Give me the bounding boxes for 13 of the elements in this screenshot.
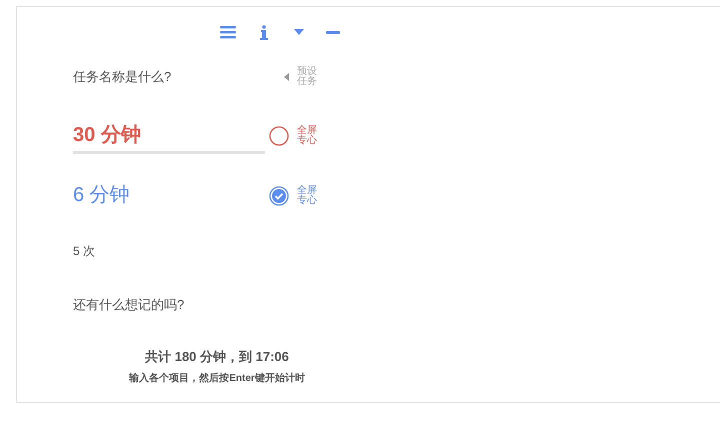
fullscreen-label: 全屏专心	[297, 126, 317, 146]
task-name-field[interactable]: 任务名称是什么?	[73, 67, 263, 87]
caret-icon	[284, 73, 289, 81]
checkbox[interactable]	[269, 126, 289, 146]
hint-text: 输入各个项目，然后按Enter键开始计时	[129, 372, 305, 386]
preset-task-button[interactable]: 预设任务	[297, 67, 317, 87]
checkbox[interactable]	[269, 186, 289, 206]
notes-field[interactable]: 还有什么想记的吗?	[73, 295, 263, 315]
fullscreen-label: 全屏专心	[297, 186, 317, 206]
summary-text: 共计 180 分钟，到 17:06	[145, 348, 289, 366]
duration-field[interactable]: 6 分钟	[73, 178, 265, 214]
repeat-count-field[interactable]: 5 次	[73, 242, 263, 260]
duration-field[interactable]: 30 分钟	[73, 118, 265, 154]
